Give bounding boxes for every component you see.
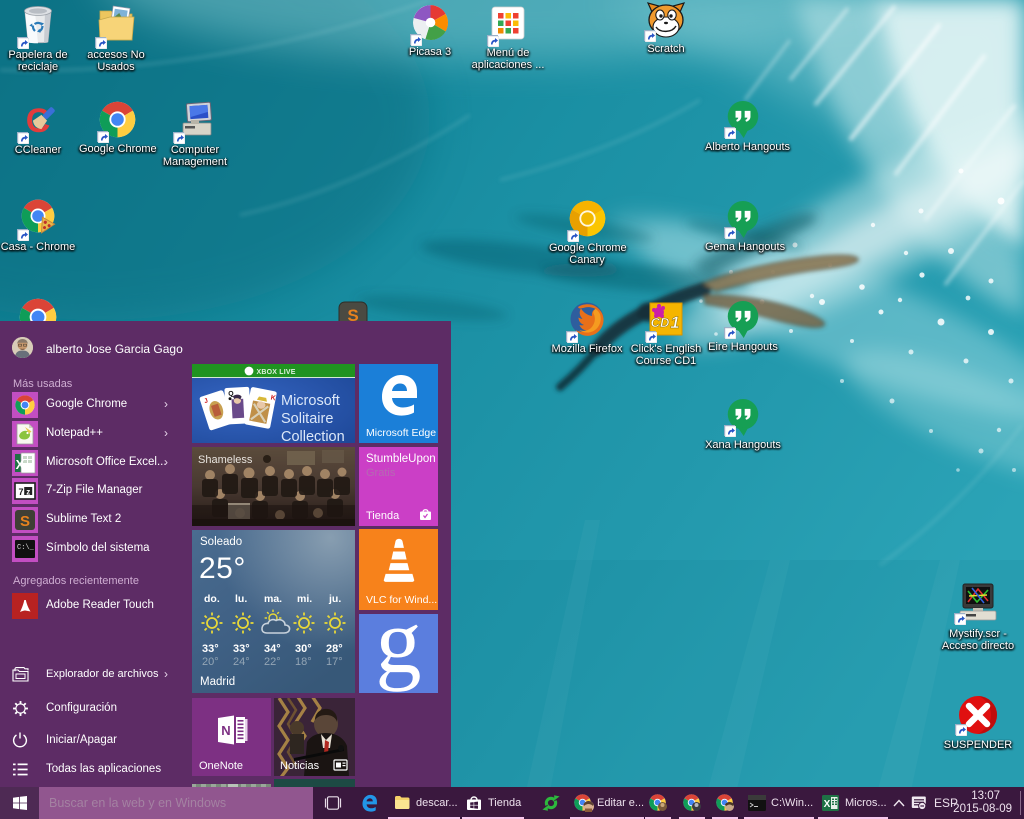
svg-text:Shameless: Shameless bbox=[198, 454, 253, 466]
svg-text:N: N bbox=[221, 723, 230, 738]
svg-text:C:\_: C:\_ bbox=[17, 544, 35, 552]
svg-text:Collection: Collection bbox=[281, 429, 345, 443]
svg-text:Noticias: Noticias bbox=[280, 760, 320, 772]
svg-text:1: 1 bbox=[670, 313, 679, 332]
svg-text:X: X bbox=[824, 799, 831, 810]
svg-text:S: S bbox=[20, 513, 30, 530]
svg-text:Microsoft: Microsoft bbox=[281, 393, 340, 409]
svg-text:z: z bbox=[26, 487, 30, 496]
svg-text:CD: CD bbox=[651, 315, 670, 330]
svg-text:X: X bbox=[16, 457, 25, 472]
svg-text:Solitaire: Solitaire bbox=[281, 411, 333, 427]
svg-text:S: S bbox=[347, 306, 358, 322]
svg-text:7: 7 bbox=[18, 487, 23, 497]
svg-text:XBOX LIVE: XBOX LIVE bbox=[257, 369, 296, 376]
